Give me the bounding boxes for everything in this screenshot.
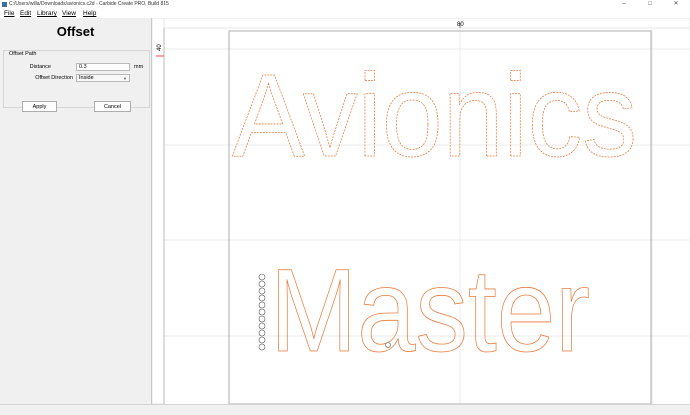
menu-file[interactable]: File (4, 9, 14, 18)
apply-button[interactable]: Apply (22, 101, 57, 112)
distance-label: Distance (29, 64, 51, 70)
menu-edit[interactable]: Edit (20, 9, 31, 18)
ruler-top-label: 80 (457, 22, 464, 28)
window-title: C:/Users/willa/Downloads/avionics.c2d - … (9, 1, 169, 7)
chevron-down-icon: ▼ (123, 76, 127, 81)
ruler-left (152, 18, 165, 404)
close-button[interactable]: ✕ (666, 0, 686, 9)
ruler-top (152, 18, 690, 29)
distance-field[interactable]: 0.3 (76, 63, 130, 71)
group-label: Offset Path (9, 51, 37, 57)
design-canvas[interactable]: 80 40 Avionics Master (152, 18, 690, 404)
title-bar: C:/Users/willa/Downloads/avionics.c2d - … (0, 0, 690, 9)
menu-bar: File Edit Library View Help (0, 9, 690, 18)
text-master[interactable]: Master (270, 245, 591, 378)
text-avionics[interactable]: Avionics (232, 50, 638, 183)
app-icon (2, 2, 7, 7)
menu-help[interactable]: Help (83, 9, 96, 18)
menu-library[interactable]: Library (37, 9, 57, 18)
panel-title: Offset (56, 24, 95, 39)
direction-label: Offset Direction (35, 75, 73, 81)
status-bar (0, 404, 690, 415)
direction-value: Inside (79, 75, 94, 81)
menu-view[interactable]: View (62, 9, 76, 18)
cancel-button[interactable]: Cancel (94, 101, 131, 112)
offset-panel: Offset Offset Path Distance 0.3 mm Offse… (0, 18, 152, 404)
canvas-svg: 80 40 Avionics Master (152, 18, 690, 404)
maximize-button[interactable]: □ (640, 0, 660, 9)
ruler-left-label: 40 (157, 44, 163, 51)
distance-unit: mm (134, 64, 144, 70)
direction-select[interactable]: Inside ▼ (76, 74, 130, 82)
minimize-button[interactable]: – (614, 0, 634, 9)
